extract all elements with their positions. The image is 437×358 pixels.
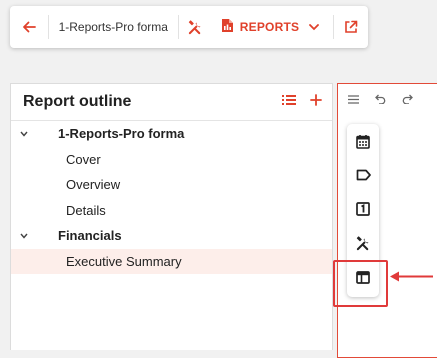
tools-icon[interactable] (347, 226, 379, 260)
tree-node-label: Financials (58, 228, 122, 244)
undo-icon[interactable] (375, 91, 386, 109)
back-arrow-icon[interactable] (10, 6, 48, 48)
report-outline-panel: Report outline 1-Reports-Pro forma Cover… (10, 83, 333, 350)
report-canvas[interactable] (337, 83, 437, 358)
redo-icon[interactable] (402, 91, 413, 109)
report-document-icon (221, 18, 234, 36)
tag-icon[interactable] (347, 158, 379, 192)
canvas-toolbar (338, 84, 437, 116)
chevron-down-icon (309, 20, 320, 34)
document-title: 1-Reports-Pro forma (58, 20, 168, 34)
outline-title: Report outline (23, 93, 132, 110)
chevron-down-icon[interactable] (12, 131, 36, 137)
tree-node-reports[interactable]: 1-Reports-Pro forma (11, 121, 332, 147)
top-toolbar: 1-Reports-Pro forma REPORTS (10, 6, 368, 48)
calendar-icon[interactable] (347, 124, 379, 158)
list-icon[interactable] (282, 93, 296, 111)
tree-item-label: Details (66, 202, 106, 218)
menu-icon[interactable] (348, 91, 359, 109)
outline-header: Report outline (11, 84, 332, 121)
share-icon[interactable] (334, 6, 368, 48)
tree-item-label: Executive Summary (66, 253, 182, 269)
number-one-icon[interactable] (347, 192, 379, 226)
tools-icon[interactable] (179, 6, 213, 48)
plus-icon[interactable] (310, 93, 322, 111)
pointer-arrow-icon (390, 271, 433, 282)
tree-item-overview[interactable]: Overview (11, 172, 332, 198)
tree-node-financials[interactable]: Financials (11, 223, 332, 249)
reports-label: REPORTS (239, 20, 300, 34)
tree-item-cover[interactable]: Cover (11, 147, 332, 173)
tree-item-details[interactable]: Details (11, 198, 332, 224)
tree-item-executive-summary[interactable]: Executive Summary (11, 248, 332, 274)
reports-dropdown-button[interactable]: REPORTS (213, 18, 327, 36)
highlight-box (333, 260, 388, 307)
tree-item-label: Overview (66, 177, 121, 193)
tree-item-label: Cover (66, 151, 101, 167)
tree-node-label: 1-Reports-Pro forma (58, 126, 185, 142)
chevron-down-icon[interactable] (12, 233, 36, 239)
